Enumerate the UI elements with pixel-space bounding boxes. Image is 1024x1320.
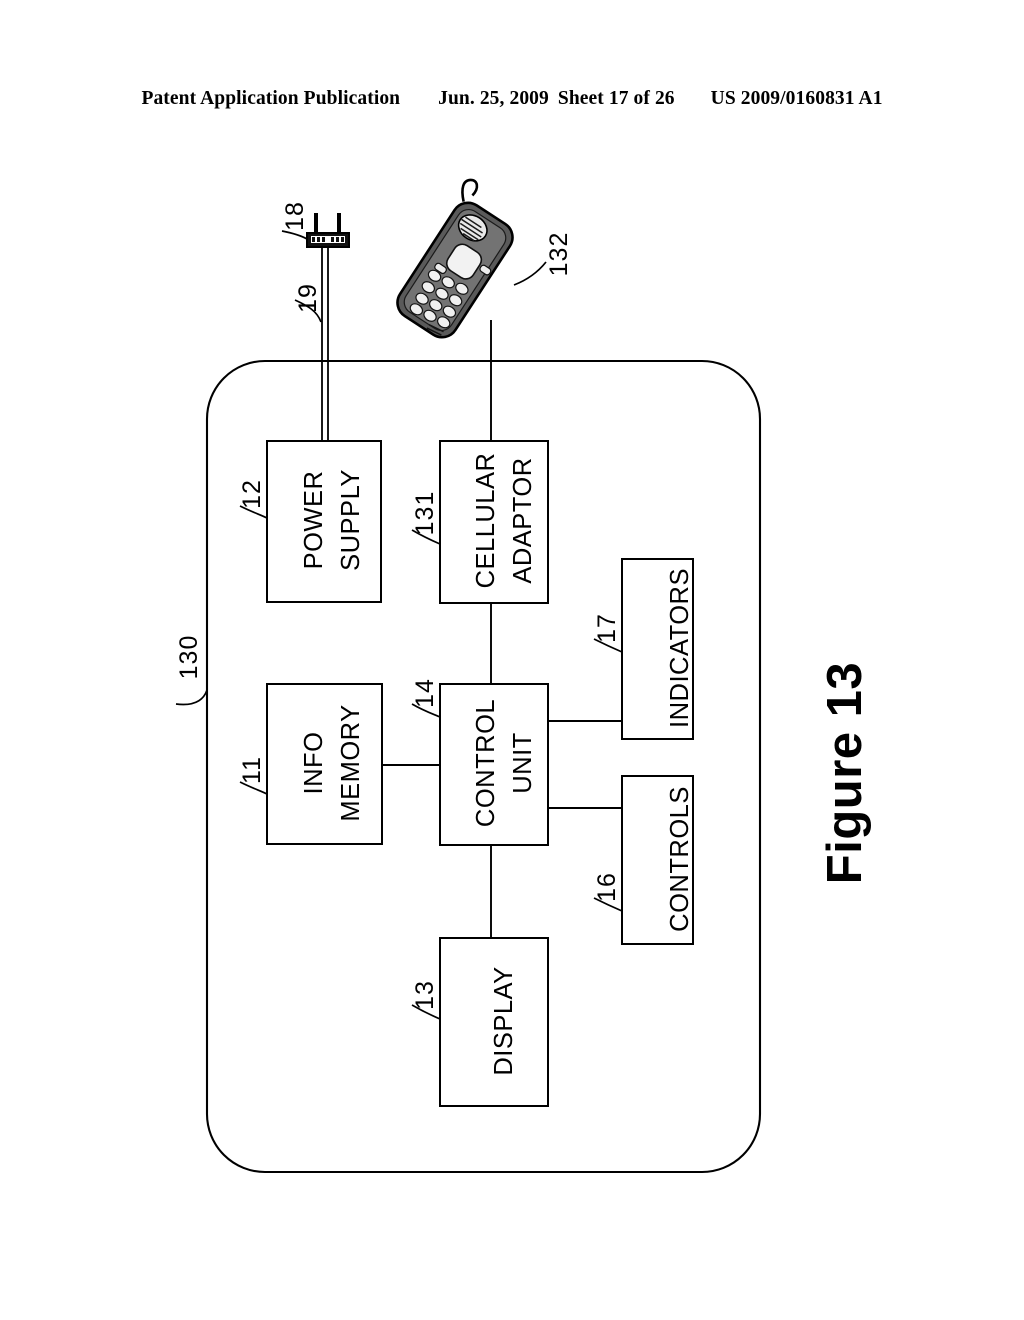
block-label-power-supply-line2: SUPPLY <box>337 469 365 571</box>
block-label-info-memory-line1: INFO <box>300 731 328 795</box>
block-label-display: DISPLAY <box>490 966 518 1076</box>
block-label-info-memory-line2: MEMORY <box>337 704 365 822</box>
ref-number-12: 12 <box>238 479 266 509</box>
leader-line-130 <box>175 689 208 706</box>
block-label-cellular-adaptor-line2: ADAPTOR <box>509 457 537 584</box>
power-plug-icon <box>306 213 350 248</box>
ref-number-14: 14 <box>411 678 439 708</box>
ref-number-19: 19 <box>294 283 322 313</box>
block-label-control-unit-line1: CONTROL <box>472 698 500 828</box>
ref-number-131: 131 <box>411 490 439 536</box>
ref-number-130: 130 <box>175 634 203 680</box>
block-label-indicators: INDICATORS <box>666 568 694 728</box>
ref-number-18: 18 <box>281 201 309 231</box>
block-label-controls: CONTROLS <box>666 786 694 932</box>
block-label-control-unit-line2: UNIT <box>509 732 537 794</box>
ref-number-13: 13 <box>411 980 439 1010</box>
cell-phone-icon <box>396 178 514 339</box>
patent-figure: POWER SUPPLY CELLULAR ADAPTOR INFO MEMOR… <box>0 0 1024 1320</box>
figure-title: Figure 13 <box>818 661 872 885</box>
ref-number-132: 132 <box>545 231 573 277</box>
ref-number-11: 11 <box>238 756 266 784</box>
ref-number-17: 17 <box>593 613 621 643</box>
leader-line-132 <box>513 261 547 286</box>
block-label-cellular-adaptor-line1: CELLULAR <box>472 452 500 589</box>
ref-number-16: 16 <box>593 872 621 902</box>
block-label-power-supply-line1: POWER <box>300 470 328 570</box>
